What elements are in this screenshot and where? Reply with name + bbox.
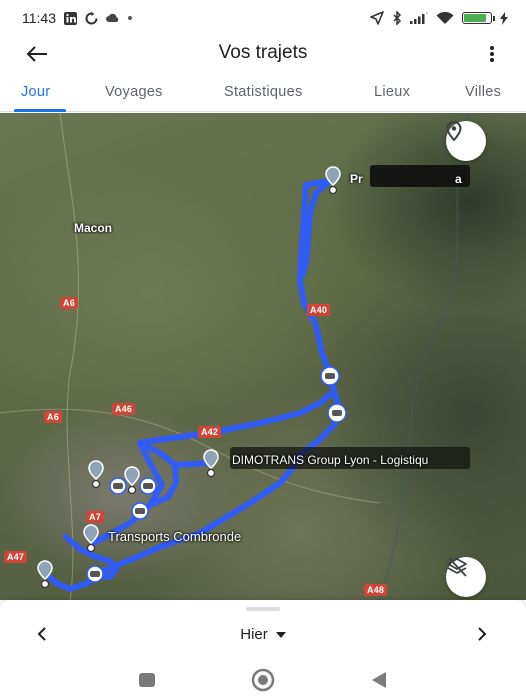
dot-icon bbox=[127, 15, 133, 21]
page-title: Vos trajets bbox=[218, 42, 308, 63]
place-pin-marker[interactable] bbox=[83, 524, 99, 553]
active-tab-indicator bbox=[14, 109, 66, 112]
place-label: DIMOTRANS Group Lyon - Logistiqu bbox=[232, 453, 429, 467]
wifi-icon bbox=[436, 11, 454, 25]
place-label: a bbox=[455, 172, 462, 186]
more-vert-icon bbox=[490, 46, 494, 62]
locate-button[interactable] bbox=[446, 121, 486, 161]
road-badge: A7 bbox=[86, 511, 104, 523]
car-activity-marker[interactable] bbox=[86, 565, 104, 583]
more-options-button[interactable] bbox=[484, 42, 500, 66]
place-label: Transports Combronde bbox=[108, 529, 242, 544]
car-activity-marker[interactable] bbox=[320, 366, 340, 386]
date-label: Hier bbox=[240, 626, 268, 643]
car-activity-marker[interactable] bbox=[327, 403, 347, 423]
chevron-right-icon bbox=[478, 627, 487, 641]
road-badge: A47 bbox=[4, 551, 28, 563]
dropdown-triangle-icon bbox=[275, 631, 286, 638]
timeline-screen: 11:43 Vos trajets Jour Voyages Statistiq… bbox=[0, 0, 526, 700]
place-label: Pr bbox=[350, 172, 363, 186]
day-navigation-sheet: Hier bbox=[0, 600, 526, 660]
tab-statistiques[interactable]: Statistiques bbox=[224, 84, 303, 100]
place-pin-marker[interactable] bbox=[325, 166, 341, 195]
charging-icon bbox=[500, 11, 508, 25]
road-badge: A48 bbox=[364, 584, 388, 596]
date-picker-dropdown[interactable]: Hier bbox=[0, 626, 526, 643]
road-badge: A6 bbox=[44, 411, 62, 423]
place-pin-marker[interactable] bbox=[88, 460, 104, 489]
linkedin-icon bbox=[64, 11, 77, 25]
tab-lieux[interactable]: Lieux bbox=[374, 84, 410, 100]
location-pin-icon bbox=[446, 121, 462, 141]
car-activity-marker[interactable] bbox=[139, 477, 157, 495]
place-pin-marker[interactable] bbox=[203, 449, 219, 478]
road-badge: A6 bbox=[60, 297, 78, 309]
road-badge: A40 bbox=[307, 304, 331, 316]
status-time: 11:43 bbox=[22, 10, 56, 26]
layers-toggle-button[interactable] bbox=[446, 557, 486, 597]
home-circle-icon bbox=[251, 668, 275, 692]
battery-icon bbox=[462, 12, 495, 24]
road-badge: A46 bbox=[112, 403, 136, 415]
status-bar: 11:43 bbox=[0, 0, 526, 36]
location-arrow-icon bbox=[370, 11, 384, 25]
car-activity-marker[interactable] bbox=[109, 477, 127, 495]
place-pin-marker[interactable] bbox=[124, 466, 140, 495]
sync-icon bbox=[85, 11, 98, 25]
place-pin-marker[interactable] bbox=[37, 560, 53, 589]
bluetooth-icon bbox=[392, 11, 402, 25]
road-line bbox=[59, 113, 80, 600]
back-triangle-icon bbox=[372, 672, 386, 688]
tab-jour[interactable]: Jour bbox=[21, 84, 50, 100]
app-bar: Vos trajets bbox=[0, 36, 526, 72]
recents-square-icon bbox=[139, 673, 155, 687]
city-label: Macon bbox=[74, 221, 113, 235]
recents-button[interactable] bbox=[133, 666, 161, 694]
signal-icon bbox=[410, 12, 428, 24]
car-activity-marker[interactable] bbox=[131, 502, 149, 520]
sheet-drag-handle[interactable] bbox=[246, 607, 280, 611]
map-view[interactable]: Pr a DIMOTRANS Group Lyon - Logistiqu Tr… bbox=[0, 113, 526, 600]
tab-voyages[interactable]: Voyages bbox=[105, 84, 163, 100]
layers-off-icon bbox=[447, 557, 467, 577]
system-back-button[interactable] bbox=[365, 666, 393, 694]
tab-villes[interactable]: Villes bbox=[465, 84, 501, 100]
cloud-icon bbox=[106, 13, 119, 23]
tab-bar: Jour Voyages Statistiques Lieux Villes bbox=[0, 78, 526, 112]
system-navigation-bar bbox=[0, 660, 526, 700]
road-badge: A42 bbox=[198, 426, 222, 438]
home-button[interactable] bbox=[249, 666, 277, 694]
next-day-button[interactable] bbox=[470, 622, 494, 646]
